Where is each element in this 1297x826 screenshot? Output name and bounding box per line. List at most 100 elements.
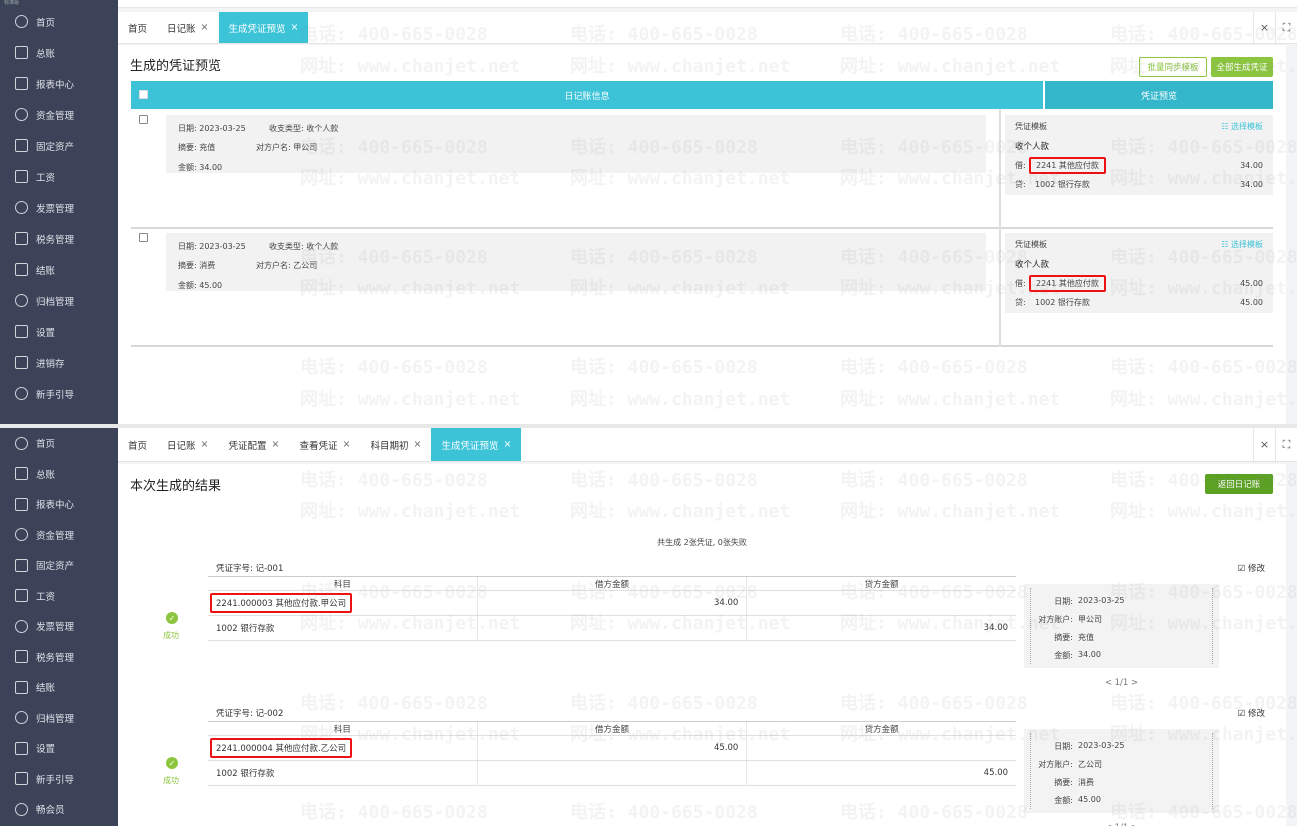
sidebar-item[interactable]: 固定资产 <box>0 130 118 161</box>
batch-sync-template-button[interactable]: 批量同步模板 <box>1139 57 1207 77</box>
sidebar-item[interactable]: 结账 <box>0 672 118 703</box>
credit-dir: 贷: <box>1015 298 1026 307</box>
tab[interactable]: 首页 <box>118 12 157 43</box>
tab-bar: 首页 日记账 × 凭证配置 × 查看凭证 × 科目期初 × 生成凭证预览 × × ⛶ <box>118 428 1297 462</box>
credit-cell <box>747 736 1016 760</box>
close-all-icon[interactable]: × <box>1253 428 1275 461</box>
sidebar-item[interactable]: 结账 <box>0 254 118 285</box>
report-icon <box>15 497 28 511</box>
sidebar-item-label: 税务管理 <box>36 234 75 246</box>
salary-icon <box>15 170 28 183</box>
tab-label: 科目期初 <box>370 440 409 452</box>
tab[interactable]: 科目期初 × <box>360 428 431 461</box>
subject-cell: 1002 银行存款 <box>208 616 478 640</box>
sidebar-item[interactable]: 税务管理 <box>0 223 118 254</box>
select-all-checkbox[interactable] <box>139 90 148 99</box>
detail-label: 金额: <box>1054 651 1073 660</box>
sidebar-item[interactable]: 工资 <box>0 161 118 192</box>
tab-close-icon[interactable]: × <box>201 22 209 33</box>
sidebar-item[interactable]: 首页 <box>0 428 118 459</box>
tab[interactable]: 生成凭证预览 × <box>431 428 522 461</box>
tab-label: 生成凭证预览 <box>228 23 286 35</box>
generate-all-vouchers-button[interactable]: 全部生成凭证 <box>1211 57 1273 77</box>
sidebar-item[interactable]: 固定资产 <box>0 550 118 581</box>
sidebar-item[interactable]: 报表中心 <box>0 68 118 99</box>
sidebar-item[interactable]: 总账 <box>0 37 118 68</box>
tab-close-icon[interactable]: × <box>413 439 421 450</box>
sidebar-item[interactable]: 新手引导 <box>0 764 118 795</box>
sidebar-item[interactable]: 资金管理 <box>0 99 118 130</box>
detail-label: 对方账户: <box>1038 615 1073 624</box>
tab-close-icon[interactable]: × <box>291 22 299 33</box>
column-credit: 贷方金额 <box>864 579 899 590</box>
sidebar-item[interactable]: 归档管理 <box>0 285 118 316</box>
template-kind: 收个人款 <box>1015 142 1050 152</box>
template-label: 凭证模板 <box>1015 122 1047 131</box>
sidebar-item[interactable]: 发票管理 <box>0 192 118 223</box>
archive-icon <box>15 294 28 307</box>
tab-label: 首页 <box>128 440 148 452</box>
back-to-journal-button[interactable]: 返回日记账 <box>1205 474 1273 494</box>
section-header: 日记账信息 凭证预览 <box>131 81 1273 109</box>
sidebar-item[interactable]: 畅会员 <box>0 794 118 825</box>
closing-icon <box>15 680 28 694</box>
sidebar-item[interactable]: 首页 <box>0 6 118 37</box>
entry-amount: 金额: 34.00 <box>178 163 223 172</box>
tab[interactable]: 日记账 × <box>157 428 218 461</box>
voucher-template-panel: 凭证模板 ☷ 选择模板 收个人款 借: 2241 其他应付款 45.00 贷: 1002 银行… <box>1005 233 1273 313</box>
tab-close-icon[interactable]: × <box>272 439 280 450</box>
debit-account: 2241 其他应付款 <box>1029 275 1240 292</box>
sidebar-item[interactable]: 进销存 <box>0 347 118 378</box>
voucher-detail-panel: 日期: 2023-03-25 对方账户: 甲公司 摘要: 充值 金额: 34.00 <box>1024 584 1219 668</box>
debit-cell: 45.00 <box>478 736 748 760</box>
debit-account-highlight: 2241 其他应付款 <box>1029 275 1106 292</box>
select-template-link[interactable]: ☷ 选择模板 <box>1221 121 1263 132</box>
sidebar-item-label: 新手引导 <box>36 389 75 401</box>
sidebar-item-label: 畅会员 <box>36 805 65 817</box>
edit-voucher-button[interactable]: ☑ 修改 <box>1238 707 1265 719</box>
fund-icon <box>15 528 28 542</box>
sidebar-item[interactable]: 资金管理 <box>0 520 118 551</box>
table-row: 2241.000003 其他应付款.甲公司 34.00 <box>208 591 1016 616</box>
edit-voucher-button[interactable]: ☑ 修改 <box>1238 562 1265 574</box>
tab-label: 首页 <box>128 23 148 35</box>
tab[interactable]: 生成凭证预览 × <box>218 12 309 43</box>
entry-checkbox[interactable] <box>139 233 148 242</box>
voucher-pagination[interactable]: < 1/1 > <box>1024 678 1219 688</box>
table-row: 2241.000004 其他应付款.乙公司 45.00 <box>208 736 1016 761</box>
tab-close-icon[interactable]: × <box>503 439 511 450</box>
sidebar-item[interactable]: 报表中心 <box>0 489 118 520</box>
close-all-icon[interactable]: × <box>1253 12 1275 43</box>
sidebar-item[interactable]: 设置 <box>0 733 118 764</box>
fullscreen-icon[interactable]: ⛶ <box>1275 12 1297 43</box>
top-window: 标准版 首页 总账 报表中心 资金管理 固定资产 工资 发票管理 税务管理 结账 归档管理 设置 进销… <box>0 0 1297 424</box>
sidebar-item[interactable]: 工资 <box>0 581 118 612</box>
sidebar-item-label: 设置 <box>36 744 56 756</box>
sidebar-item[interactable]: 归档管理 <box>0 703 118 734</box>
tab[interactable]: 日记账 × <box>157 12 218 43</box>
fullscreen-icon[interactable]: ⛶ <box>1275 428 1297 461</box>
sidebar-item[interactable]: 设置 <box>0 316 118 347</box>
tab[interactable]: 首页 <box>118 428 157 461</box>
sidebar: 首页总账报表中心 资金管理 固定资产 工资 发票管理 税务管理 结账 归档管理设置新手引导畅会… <box>0 428 118 826</box>
debit-account: 2241 其他应付款 <box>1029 157 1240 174</box>
detail-value: 2023-03-25 <box>1078 596 1125 605</box>
detail-label: 对方账户: <box>1038 760 1073 769</box>
select-template-link[interactable]: ☷ 选择模板 <box>1221 239 1263 250</box>
sidebar-item[interactable]: 总账 <box>0 459 118 490</box>
sidebar-item[interactable]: 发票管理 <box>0 611 118 642</box>
page-title: 本次生成的结果 <box>130 479 222 494</box>
entry-checkbox[interactable] <box>139 115 148 124</box>
invoice-icon <box>15 201 28 214</box>
tab-close-icon[interactable]: × <box>201 439 209 450</box>
tab-close-icon[interactable]: × <box>343 439 351 450</box>
sidebar-item-label: 总账 <box>36 469 56 481</box>
tax-icon <box>15 232 28 245</box>
success-label: 成功 <box>163 776 179 785</box>
sidebar-item[interactable]: 新手引导 <box>0 378 118 409</box>
sidebar-item-label: 发票管理 <box>36 203 75 215</box>
sidebar-item-label: 首页 <box>36 17 56 29</box>
tab[interactable]: 查看凭证 × <box>289 428 360 461</box>
tab[interactable]: 凭证配置 × <box>219 428 290 461</box>
sidebar-item[interactable]: 税务管理 <box>0 642 118 673</box>
